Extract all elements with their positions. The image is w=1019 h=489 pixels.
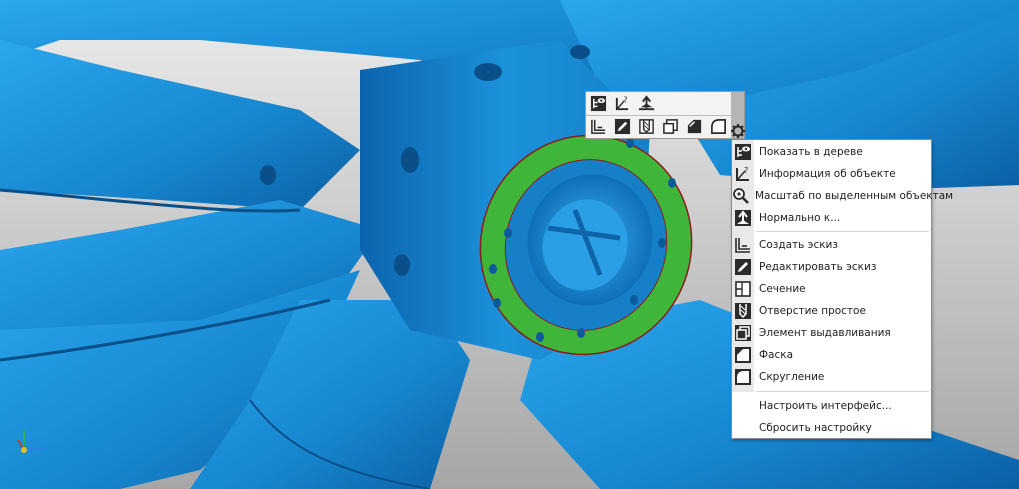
- menu-item-reset-settings[interactable]: Сбросить настройку: [732, 417, 931, 439]
- simple-hole-button[interactable]: [636, 116, 657, 137]
- menu-item-object-info[interactable]: ? Информация об объекте: [732, 163, 931, 185]
- svg-text:?: ?: [623, 96, 627, 105]
- create-sketch-icon: [732, 234, 754, 256]
- menu-item-label: Отверстие простое: [759, 305, 866, 317]
- menu-item-customize-interface[interactable]: Настроить интерфейс...: [732, 395, 931, 417]
- fillet-icon: [711, 119, 726, 134]
- menu-item-label: Масштаб по выделенным объектам: [755, 190, 954, 202]
- menu-item-section[interactable]: Сечение: [732, 278, 931, 300]
- normal-to-button[interactable]: [636, 93, 657, 114]
- normal-to-icon: [732, 207, 754, 229]
- zoom-to-selection-icon: [732, 185, 750, 207]
- menu-item-chamfer[interactable]: Фаска: [732, 344, 931, 366]
- menu-item-normal-to[interactable]: Нормально к...: [732, 207, 931, 229]
- create-sketch-icon: [591, 119, 606, 134]
- object-info-button[interactable]: ?: [612, 93, 633, 114]
- menu-item-extrude[interactable]: Элемент выдавливания: [732, 322, 931, 344]
- object-info-icon: ?: [732, 163, 754, 185]
- menu-item-label: Создать эскиз: [759, 239, 838, 251]
- simple-hole-icon: [732, 300, 754, 322]
- edit-sketch-button[interactable]: [612, 116, 633, 137]
- edit-sketch-icon: [732, 256, 754, 278]
- menu-item-simple-hole[interactable]: Отверстие простое: [732, 300, 931, 322]
- menu-item-create-sketch[interactable]: Создать эскиз: [732, 234, 931, 256]
- menu-item-label: Информация об объекте: [759, 168, 896, 180]
- edit-sketch-icon: [614, 118, 631, 135]
- svg-text:?: ?: [744, 166, 748, 175]
- context-menu: Показать в дереве ? Информация об объект…: [731, 139, 953, 439]
- show-in-tree-icon: [590, 95, 607, 112]
- simple-hole-icon: [639, 119, 654, 134]
- menu-item-label: Редактировать эскиз: [759, 261, 877, 273]
- show-in-tree-button[interactable]: [588, 93, 609, 114]
- fillet-icon: [732, 366, 754, 388]
- menu-item-label: Фаска: [759, 349, 794, 361]
- menu-item-show-in-tree[interactable]: Показать в дереве: [732, 141, 931, 163]
- menu-item-label: Сечение: [759, 283, 806, 295]
- menu-item-label: Элемент выдавливания: [759, 327, 891, 339]
- normal-to-icon: [638, 95, 655, 111]
- menu-item-label: Скругление: [759, 371, 825, 383]
- menu-item-label: Показать в дереве: [759, 146, 863, 158]
- chamfer-button[interactable]: [684, 116, 705, 137]
- show-in-tree-icon: [732, 141, 754, 163]
- extrude-icon: [663, 119, 678, 134]
- menu-item-label: Нормально к...: [759, 212, 841, 224]
- axis-triad: [16, 428, 56, 456]
- menu-item-edit-sketch[interactable]: Редактировать эскиз: [732, 256, 931, 278]
- section-icon: [732, 278, 754, 300]
- chamfer-icon: [687, 119, 702, 134]
- chamfer-icon: [732, 344, 754, 366]
- extrude-icon: [732, 322, 754, 344]
- mini-toolbar: ?: [585, 91, 745, 139]
- menu-item-zoom-to-selection[interactable]: Масштаб по выделенным объектам: [732, 185, 953, 207]
- menu-item-fillet[interactable]: Скругление: [732, 366, 931, 388]
- extrude-button[interactable]: [660, 116, 681, 137]
- create-sketch-button[interactable]: [588, 116, 609, 137]
- gear-icon[interactable]: [730, 123, 746, 139]
- menu-item-label: Настроить интерфейс...: [759, 400, 892, 412]
- fillet-button[interactable]: [708, 116, 729, 137]
- object-info-icon: ?: [615, 96, 629, 111]
- menu-item-label: Сбросить настройку: [759, 422, 872, 434]
